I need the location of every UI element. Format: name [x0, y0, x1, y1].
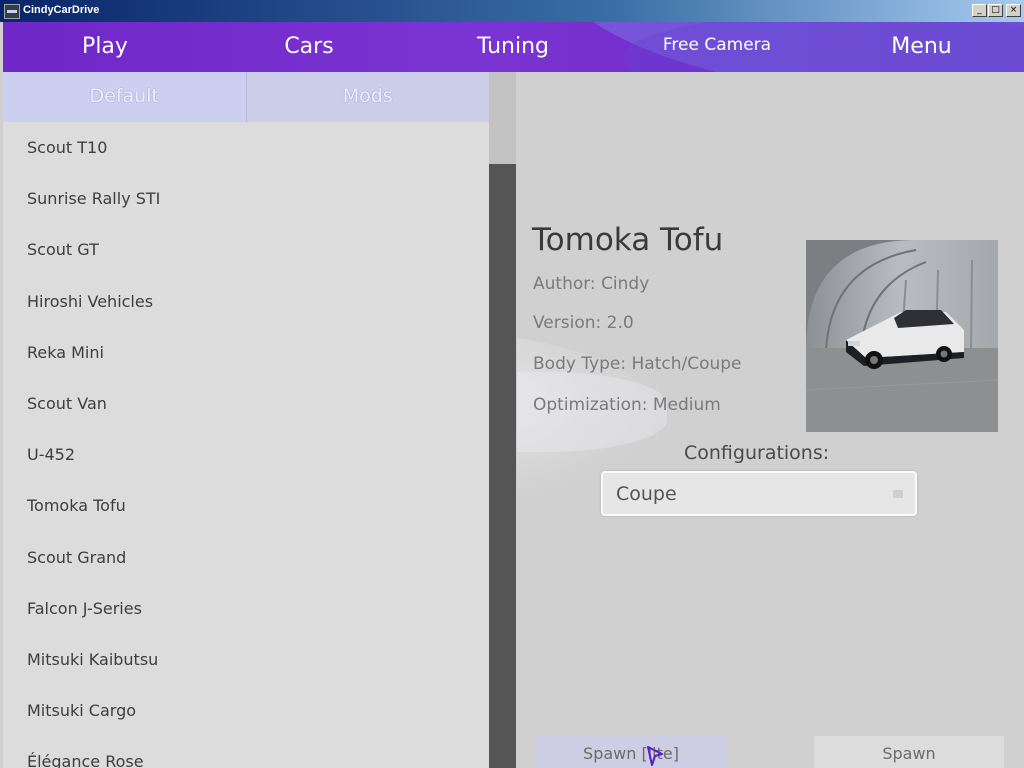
- tab-default[interactable]: Default: [3, 72, 246, 122]
- car-optimization: Optimization: Medium: [533, 395, 721, 415]
- tab-mods[interactable]: Mods: [245, 72, 489, 122]
- configuration-dropdown[interactable]: Coupe: [601, 471, 917, 516]
- list-item[interactable]: Scout GT: [3, 224, 489, 275]
- nav-play[interactable]: Play: [3, 22, 207, 72]
- list-item[interactable]: Scout Grand: [3, 532, 489, 583]
- car-author: Author: Cindy: [533, 274, 650, 294]
- car-details-panel: Tomoka Tofu Author: Cindy Version: 2.0 B…: [517, 72, 1024, 768]
- window-controls: _ □ ×: [972, 4, 1021, 17]
- window-title: CindyCarDrive: [23, 4, 100, 16]
- list-item[interactable]: Mitsuki Kaibutsu: [3, 634, 489, 685]
- car-list-scrollbar[interactable]: [489, 72, 516, 768]
- car-version: Version: 2.0: [533, 313, 634, 333]
- list-item[interactable]: Scout T10: [3, 122, 489, 173]
- car-title: Tomoka Tofu: [532, 222, 724, 258]
- nav-menu[interactable]: Menu: [819, 22, 1024, 72]
- list-item[interactable]: Reka Mini: [3, 327, 489, 378]
- app-icon: [4, 4, 20, 19]
- car-list: Scout T10 Sunrise Rally STI Scout GT Hir…: [3, 122, 489, 768]
- minimize-button[interactable]: _: [972, 4, 987, 17]
- list-item[interactable]: Élégance Rose: [3, 736, 489, 768]
- maximize-button[interactable]: □: [988, 4, 1003, 17]
- list-item[interactable]: U-452: [3, 429, 489, 480]
- car-preview-icon: [806, 240, 998, 432]
- window-title-bar[interactable]: CindyCarDrive _ □ ×: [0, 0, 1024, 22]
- configuration-selected-value: Coupe: [616, 483, 677, 505]
- nav-free-camera[interactable]: Free Camera: [615, 22, 819, 72]
- dropdown-arrow-icon: [893, 490, 903, 498]
- nav-tuning[interactable]: Tuning: [411, 22, 615, 72]
- nav-cars[interactable]: Cars: [207, 22, 411, 72]
- spawn-button[interactable]: Spawn: [814, 736, 1004, 768]
- scrollbar-thumb[interactable]: [489, 72, 516, 164]
- car-preview-image: [806, 240, 998, 432]
- list-item[interactable]: Hiroshi Vehicles: [3, 276, 489, 327]
- mouse-cursor-icon: [647, 746, 663, 766]
- top-navigation: Play Cars Tuning Free Camera Menu: [3, 22, 1024, 72]
- list-item[interactable]: Falcon J-Series: [3, 583, 489, 634]
- list-item[interactable]: Scout Van: [3, 378, 489, 429]
- list-item[interactable]: Tomoka Tofu: [3, 480, 489, 531]
- car-list-panel: Default Mods Scout T10 Sunrise Rally STI…: [3, 72, 489, 768]
- close-button[interactable]: ×: [1006, 4, 1021, 17]
- spawn-lite-button[interactable]: Spawn [lite]: [536, 736, 726, 768]
- car-body-type: Body Type: Hatch/Coupe: [533, 354, 742, 374]
- configurations-label: Configurations:: [684, 442, 830, 464]
- list-item[interactable]: Mitsuki Cargo: [3, 685, 489, 736]
- source-tabs: Default Mods: [3, 72, 489, 122]
- list-item[interactable]: Sunrise Rally STI: [3, 173, 489, 224]
